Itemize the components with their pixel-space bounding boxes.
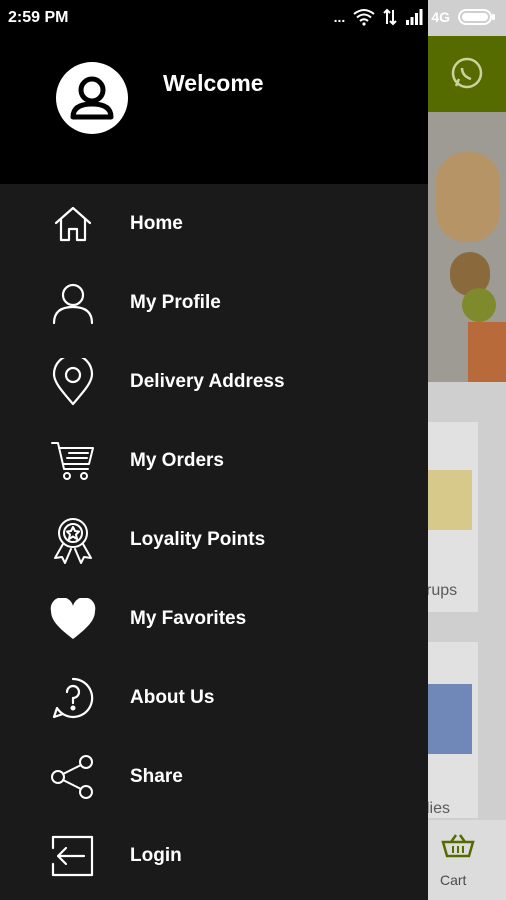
network-type: 4G xyxy=(431,9,450,25)
whatsapp-icon xyxy=(451,57,483,89)
menu-item-share[interactable]: Share xyxy=(0,737,428,816)
menu-item-label: Loyality Points xyxy=(130,528,266,550)
menu-item-label: Delivery Address xyxy=(130,370,285,392)
welcome-text: Welcome xyxy=(163,70,264,96)
menu-item-label: About Us xyxy=(130,686,215,708)
background-bottom-nav xyxy=(428,820,506,900)
cart-icon xyxy=(441,834,475,858)
menu-item-delivery-address[interactable]: Delivery Address xyxy=(0,342,428,421)
user-icon xyxy=(50,280,96,326)
avatar-icon[interactable] xyxy=(56,62,128,134)
wifi-icon xyxy=(353,9,375,26)
status-bar: 2:59 PM ... 4G xyxy=(0,0,506,36)
cart-icon xyxy=(50,438,96,484)
login-icon xyxy=(50,833,96,879)
signal-icon xyxy=(406,9,423,25)
badge-icon xyxy=(50,517,96,564)
background-toolbar xyxy=(428,36,506,112)
more-dots-icon: ... xyxy=(333,9,346,25)
menu-item-home[interactable]: Home xyxy=(0,184,428,263)
background-text: lies xyxy=(428,800,451,817)
background-category-card xyxy=(428,642,478,818)
menu-item-login[interactable]: Login xyxy=(0,816,428,895)
data-transfer-icon xyxy=(383,8,398,26)
background-banner-image xyxy=(428,112,506,382)
heart-icon xyxy=(50,596,96,642)
status-time: 2:59 PM xyxy=(8,9,69,26)
status-icons: ... 4G xyxy=(334,8,496,26)
menu-item-label: My Profile xyxy=(130,291,221,313)
navigation-drawer: Welcome Home My Profile Delivery Address… xyxy=(0,0,428,900)
question-icon xyxy=(50,675,96,721)
menu-item-label: My Orders xyxy=(130,449,224,471)
menu-item-label: My Favorites xyxy=(130,607,247,629)
background-text: rups xyxy=(428,582,458,599)
menu-item-my-orders[interactable]: My Orders xyxy=(0,421,428,500)
menu-item-label: Login xyxy=(130,844,182,866)
background-app[interactable]: rups lies Cart xyxy=(428,0,506,900)
menu-item-label: Home xyxy=(130,212,183,234)
menu-item-my-profile[interactable]: My Profile xyxy=(0,263,428,342)
menu-item-about-us[interactable]: About Us xyxy=(0,658,428,737)
location-pin-icon xyxy=(50,357,96,405)
share-icon xyxy=(50,754,96,800)
background-cart-label: Cart xyxy=(440,872,467,888)
home-icon xyxy=(50,201,96,247)
menu-item-my-favorites[interactable]: My Favorites xyxy=(0,579,428,658)
battery-icon xyxy=(458,9,495,25)
menu-item-label: Share xyxy=(130,765,183,787)
menu-item-loyality-points[interactable]: Loyality Points xyxy=(0,500,428,579)
